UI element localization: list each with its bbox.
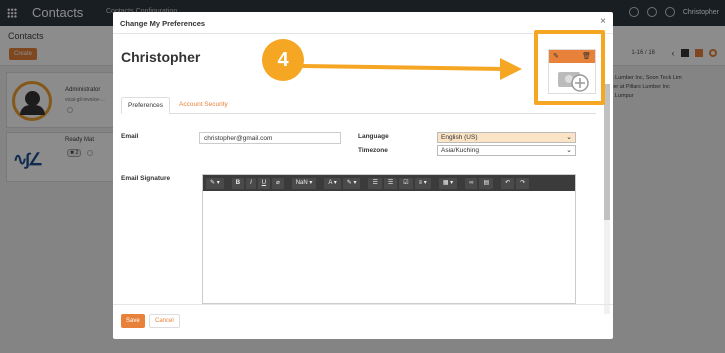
cancel-button[interactable]: Cancel bbox=[149, 314, 180, 328]
checklist-button[interactable]: ☑ bbox=[399, 177, 413, 189]
italic-button[interactable]: I bbox=[246, 177, 256, 189]
signature-label: Email Signature bbox=[121, 175, 171, 182]
highlight-button[interactable]: ✎ ▾ bbox=[342, 177, 361, 189]
notebook-tabs: Preferences Account Security bbox=[121, 97, 596, 114]
underline-button[interactable]: U bbox=[257, 177, 271, 189]
arrow-right-icon bbox=[301, 58, 522, 80]
email-label: Email bbox=[121, 133, 139, 140]
dialog-title: Change My Preferences bbox=[120, 19, 206, 28]
font-size-button[interactable]: NaN ▾ bbox=[291, 177, 317, 189]
language-value: English (US) bbox=[441, 134, 478, 141]
font-color-button[interactable]: A ▾ bbox=[324, 177, 341, 189]
link-button[interactable]: ∞ bbox=[465, 177, 478, 189]
align-button[interactable]: ≡ ▾ bbox=[414, 177, 431, 189]
highlight-box bbox=[534, 30, 605, 105]
language-label: Language bbox=[358, 133, 389, 140]
dialog-footer: Save Cancel bbox=[113, 304, 613, 339]
chevron-down-icon: ⌄ bbox=[566, 134, 572, 141]
eraser-button[interactable]: ⌀ bbox=[272, 177, 284, 189]
file-button[interactable]: ▤ bbox=[479, 177, 494, 189]
bold-button[interactable]: B bbox=[231, 177, 245, 189]
editor-toolbar: ✎ ▾ B I U ⌀ NaN ▾ A ▾ ✎ ▾ ☰ ☰ ☑ ≡ ▾ ▦ ▾ … bbox=[203, 175, 575, 191]
table-button[interactable]: ▦ ▾ bbox=[438, 177, 458, 189]
undo-button[interactable]: ↶ bbox=[501, 177, 515, 189]
scrollbar-thumb[interactable] bbox=[604, 84, 610, 220]
tab-preferences[interactable]: Preferences bbox=[121, 97, 171, 114]
timezone-label: Timezone bbox=[358, 147, 388, 154]
bullet-list-button[interactable]: ☰ bbox=[368, 177, 382, 189]
save-button[interactable]: Save bbox=[121, 314, 145, 328]
redo-button[interactable]: ↷ bbox=[516, 177, 530, 189]
timezone-select[interactable]: Asia/Kuching ⌄ bbox=[437, 145, 576, 156]
email-field[interactable]: christopher@gmail.com bbox=[199, 132, 341, 144]
style-button[interactable]: ✎ ▾ bbox=[206, 177, 224, 189]
tab-account-security[interactable]: Account Security bbox=[173, 97, 234, 114]
step-number-badge: 4 bbox=[262, 39, 304, 81]
dialog-scrollbar[interactable] bbox=[604, 84, 610, 314]
chevron-down-icon: ⌄ bbox=[566, 147, 572, 154]
close-icon[interactable]: × bbox=[600, 16, 606, 27]
signature-editor[interactable]: ✎ ▾ B I U ⌀ NaN ▾ A ▾ ✎ ▾ ☰ ☰ ☑ ≡ ▾ ▦ ▾ … bbox=[202, 174, 576, 304]
ordered-list-button[interactable]: ☰ bbox=[383, 177, 398, 189]
language-select[interactable]: English (US) ⌄ bbox=[437, 132, 576, 143]
timezone-value: Asia/Kuching bbox=[441, 147, 479, 154]
user-name-heading: Christopher bbox=[121, 49, 201, 65]
